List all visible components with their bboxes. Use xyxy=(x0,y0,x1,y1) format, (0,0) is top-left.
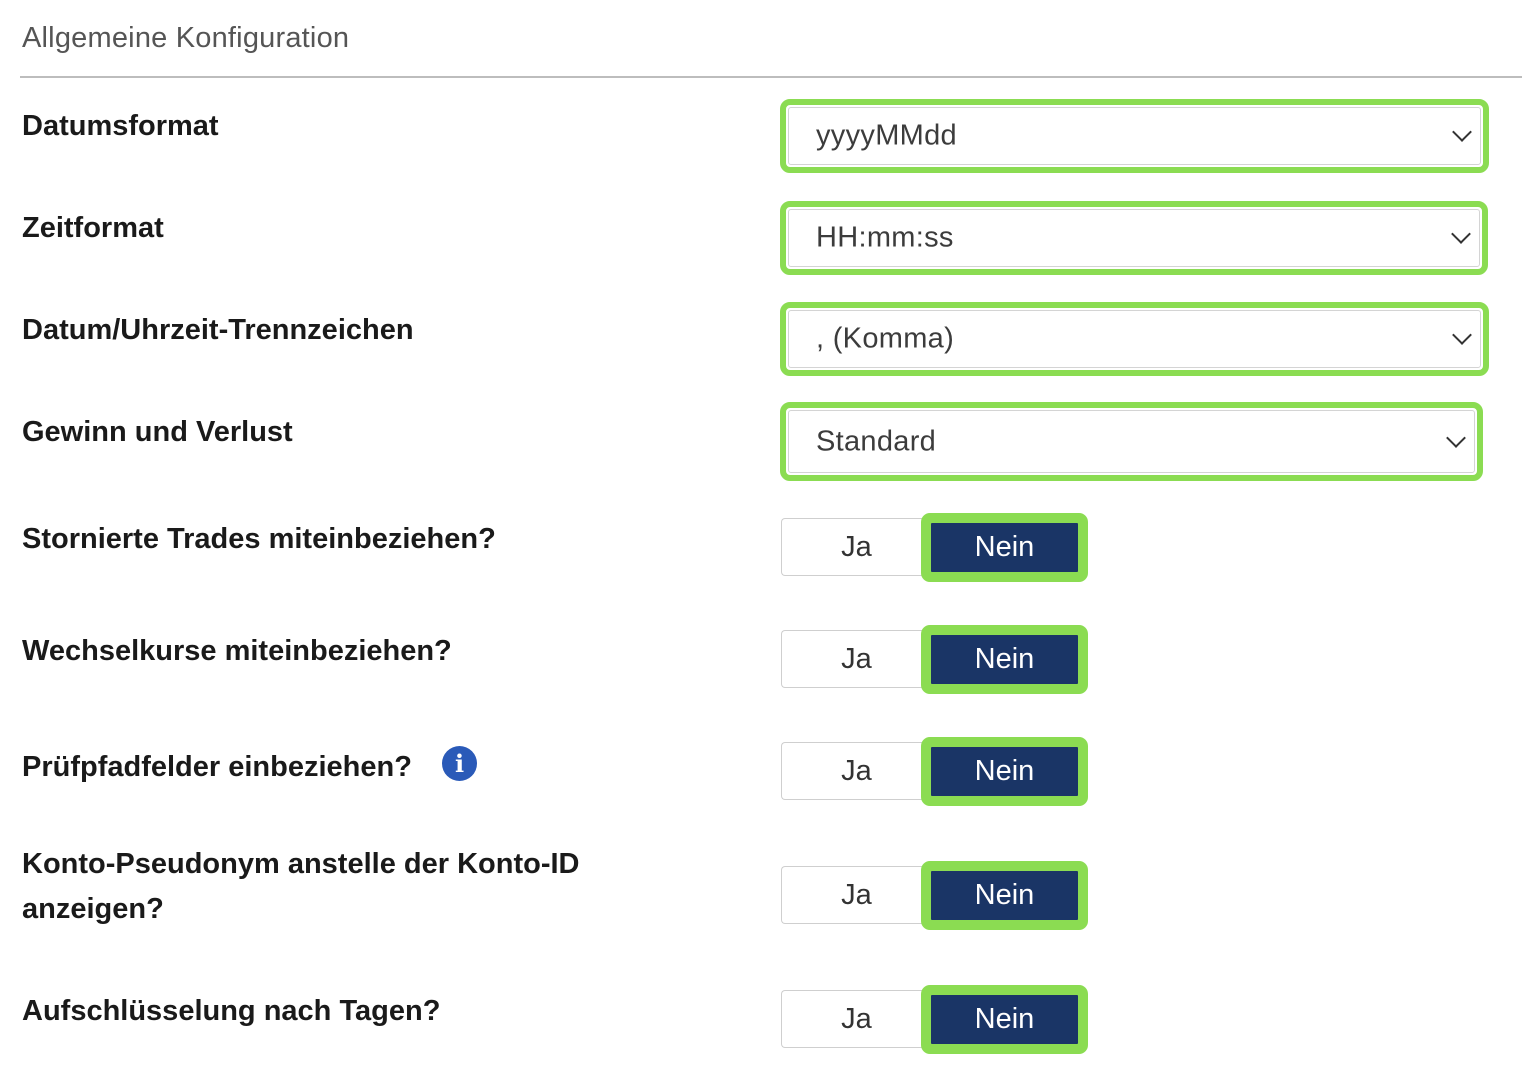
konto-pseudonym-label: Konto-Pseudonym anstelle der Konto-ID an… xyxy=(22,848,580,925)
aufschluesselung-label: Aufschlüsselung nach Tagen? xyxy=(22,995,441,1027)
trennzeichen-label: Datum/Uhrzeit-Trennzeichen xyxy=(22,314,414,346)
nein-button[interactable]: Nein xyxy=(931,523,1078,572)
gewinn-verlust-select[interactable]: Standard xyxy=(780,402,1483,481)
nein-button[interactable]: Nein xyxy=(931,995,1078,1044)
gewinn-verlust-value: Standard xyxy=(816,425,937,457)
nein-button[interactable]: Nein xyxy=(931,747,1078,796)
stornierte-trades-label: Stornierte Trades miteinbeziehen? xyxy=(22,523,496,555)
gewinn-verlust-label: Gewinn und Verlust xyxy=(22,416,293,448)
konto-pseudonym-toggle: Ja Nein xyxy=(781,861,1088,930)
nein-button[interactable]: Nein xyxy=(931,871,1078,920)
nein-button-highlight[interactable]: Nein xyxy=(921,625,1088,694)
pruefpfadfelder-label: Prüfpfadfelder einbeziehen? xyxy=(22,751,412,783)
info-icon[interactable]: i xyxy=(442,746,477,781)
ja-button[interactable]: Ja xyxy=(781,630,941,688)
wechselkurse-toggle: Ja Nein xyxy=(781,625,1088,694)
zeitformat-label: Zeitformat xyxy=(22,212,164,244)
datumsformat-value: yyyyMMdd xyxy=(816,119,957,152)
nein-button-highlight[interactable]: Nein xyxy=(921,513,1088,582)
trennzeichen-select[interactable]: , (Komma) xyxy=(780,302,1489,376)
ja-button[interactable]: Ja xyxy=(781,742,941,800)
zeitformat-select[interactable]: HH:mm:ss xyxy=(780,201,1488,275)
section-title: Allgemeine Konfiguration xyxy=(22,22,350,54)
wechselkurse-label: Wechselkurse miteinbeziehen? xyxy=(22,635,452,667)
nein-button-highlight[interactable]: Nein xyxy=(921,737,1088,806)
section-divider xyxy=(20,76,1522,78)
nein-button-highlight[interactable]: Nein xyxy=(921,985,1088,1054)
nein-button-highlight[interactable]: Nein xyxy=(921,861,1088,930)
aufschluesselung-toggle: Ja Nein xyxy=(781,985,1088,1054)
stornierte-trades-toggle: Ja Nein xyxy=(781,513,1088,582)
datumsformat-select[interactable]: yyyyMMdd xyxy=(780,99,1489,173)
zeitformat-value: HH:mm:ss xyxy=(816,221,954,254)
ja-button[interactable]: Ja xyxy=(781,866,941,924)
ja-button[interactable]: Ja xyxy=(781,518,941,576)
trennzeichen-value: , (Komma) xyxy=(816,322,955,355)
datumsformat-label: Datumsformat xyxy=(22,110,219,142)
ja-button[interactable]: Ja xyxy=(781,990,941,1048)
nein-button[interactable]: Nein xyxy=(931,635,1078,684)
pruefpfadfelder-toggle: Ja Nein xyxy=(781,737,1088,806)
